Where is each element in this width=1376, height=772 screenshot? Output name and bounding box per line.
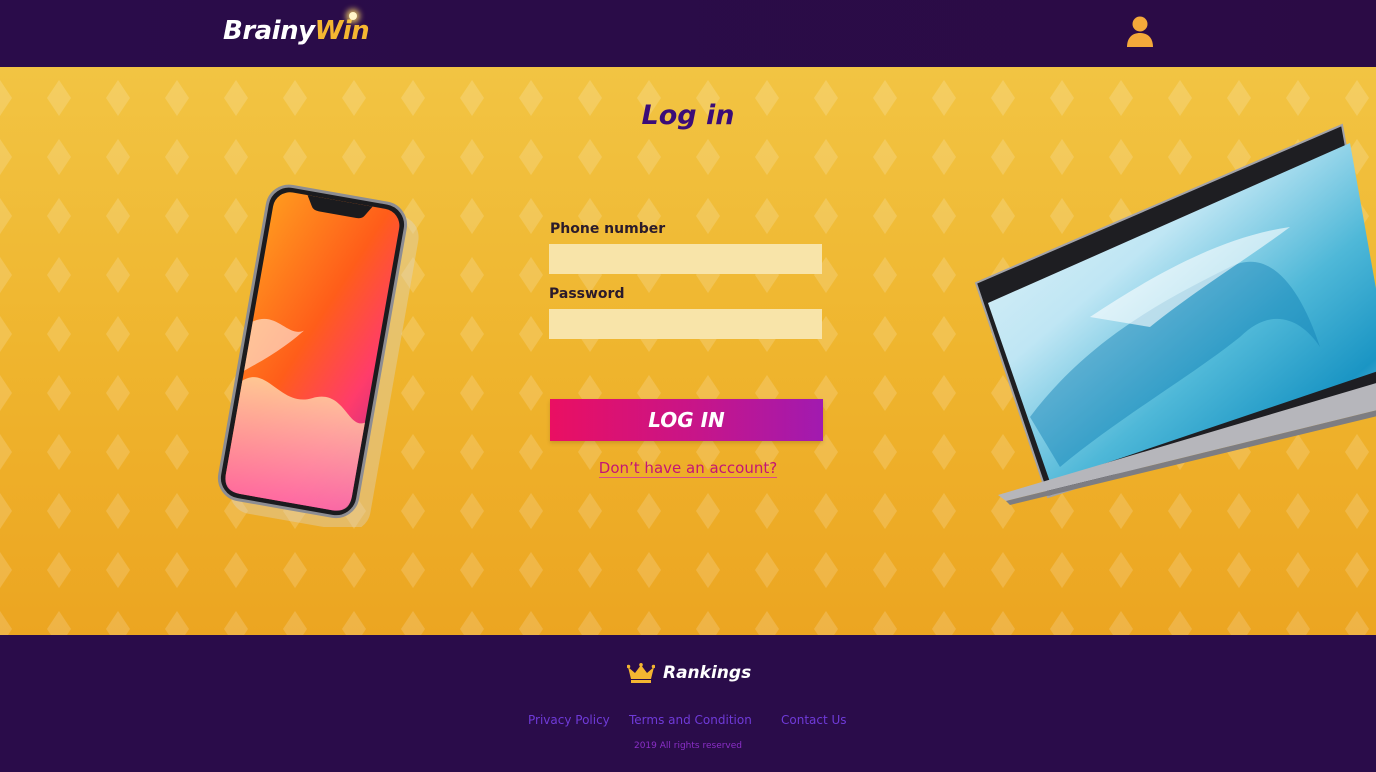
- login-section: Log in Phone number Password LOG IN Don’…: [0, 67, 1376, 635]
- logo-spark-icon: [349, 12, 357, 20]
- footer: Rankings Privacy Policy Terms and Condit…: [0, 635, 1376, 772]
- phone-number-input[interactable]: [549, 244, 822, 274]
- top-navbar: BrainyWin: [0, 0, 1376, 67]
- copyright-text: 2019 All rights reserved: [633, 741, 743, 751]
- terms-and-condition-link[interactable]: Terms and Condition: [629, 713, 752, 727]
- privacy-policy-link[interactable]: Privacy Policy: [528, 713, 610, 727]
- signup-link-container: Don’t have an account?: [0, 459, 1376, 478]
- crown-icon: [627, 663, 655, 683]
- signup-link[interactable]: Don’t have an account?: [598, 459, 778, 478]
- rankings-label: Rankings: [663, 663, 752, 683]
- contact-us-link[interactable]: Contact Us: [781, 713, 847, 727]
- laptop-illustration: [974, 123, 1376, 505]
- logo-text-brainy: Brainy: [223, 16, 315, 46]
- rankings-link[interactable]: Rankings: [627, 661, 751, 685]
- brainywin-logo[interactable]: BrainyWin: [223, 16, 370, 46]
- password-label: Password: [549, 286, 625, 302]
- user-icon[interactable]: [1126, 16, 1154, 47]
- password-input[interactable]: [549, 309, 822, 339]
- logo-text-win: Win: [314, 16, 370, 46]
- login-button[interactable]: LOG IN: [550, 399, 823, 441]
- phone-number-label: Phone number: [550, 221, 666, 237]
